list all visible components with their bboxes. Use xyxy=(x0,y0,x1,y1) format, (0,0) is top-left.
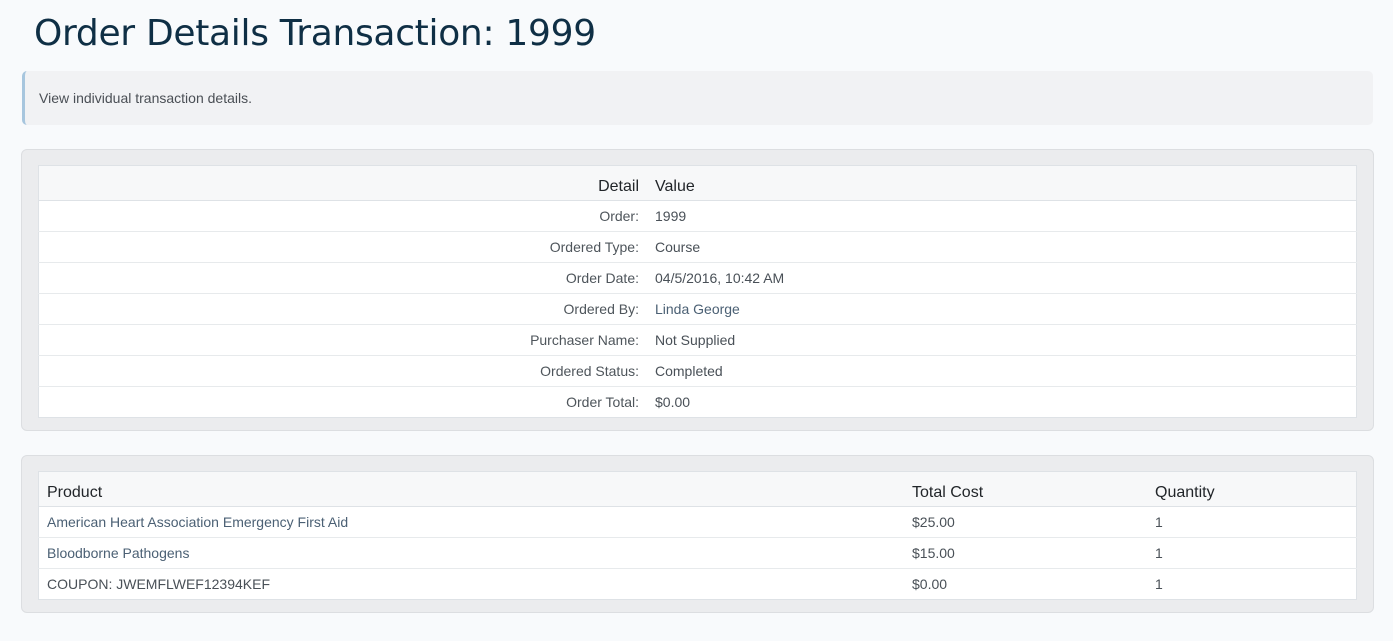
column-header-total-cost: Total Cost xyxy=(904,471,1147,507)
product-total-cost: $0.00 xyxy=(904,568,1147,600)
detail-label-order-date: Order Date: xyxy=(38,262,647,294)
table-header-row: Detail Value xyxy=(38,165,1357,201)
table-row: Ordered By: Linda George xyxy=(38,293,1357,325)
product-quantity: 1 xyxy=(1147,537,1357,569)
order-details-panel: Detail Value Order: 1999 Ordered Type: C… xyxy=(21,149,1374,431)
detail-value-ordered-type: Course xyxy=(647,231,1357,263)
product-quantity: 1 xyxy=(1147,568,1357,600)
table-row: Order Total: $0.00 xyxy=(38,386,1357,418)
detail-value-order-total: $0.00 xyxy=(647,386,1357,418)
product-link[interactable]: Bloodborne Pathogens xyxy=(38,537,904,569)
page-title: Order Details Transaction: 1999 xyxy=(34,13,596,54)
table-row: Ordered Type: Course xyxy=(38,231,1357,263)
products-panel: Product Total Cost Quantity American Hea… xyxy=(21,455,1374,613)
product-total-cost: $15.00 xyxy=(904,537,1147,569)
detail-value-order: 1999 xyxy=(655,208,687,224)
column-header-detail: Detail xyxy=(38,165,647,201)
table-row: Order Date: 04/5/2016, 10:42 AM xyxy=(38,262,1357,294)
detail-value-ordered-status: Completed xyxy=(647,355,1357,387)
table-row: Order: 1999 xyxy=(39,201,1357,232)
page-description: View individual transaction details. xyxy=(39,90,252,106)
detail-label-ordered-by: Ordered By: xyxy=(38,293,647,325)
products-table: Product Total Cost Quantity American Hea… xyxy=(38,471,1357,600)
detail-label-purchaser-name: Purchaser Name: xyxy=(38,324,647,356)
column-header-product: Product xyxy=(38,471,904,507)
table-row: American Heart Association Emergency Fir… xyxy=(39,507,1357,538)
product-quantity: 1 xyxy=(1155,514,1163,530)
table-row: COUPON: JWEMFLWEF12394KEF $0.00 1 xyxy=(38,568,1357,600)
table-row: Purchaser Name: Not Supplied xyxy=(38,324,1357,356)
detail-label-ordered-status: Ordered Status: xyxy=(38,355,647,387)
table-row: Ordered Status: Completed xyxy=(38,355,1357,387)
detail-value-order-date: 04/5/2016, 10:42 AM xyxy=(647,262,1357,294)
order-details-table: Detail Value Order: 1999 Ordered Type: C… xyxy=(38,165,1357,418)
product-coupon: COUPON: JWEMFLWEF12394KEF xyxy=(38,568,904,600)
column-header-value: Value xyxy=(647,165,1357,201)
ordered-by-link[interactable]: Linda George xyxy=(647,293,1357,325)
table-row: Bloodborne Pathogens $15.00 1 xyxy=(38,537,1357,569)
detail-label-order-total: Order Total: xyxy=(38,386,647,418)
column-header-quantity: Quantity xyxy=(1147,471,1357,507)
detail-label-ordered-type: Ordered Type: xyxy=(38,231,647,263)
product-link[interactable]: American Heart Association Emergency Fir… xyxy=(39,507,905,538)
detail-label-order: Order: xyxy=(599,208,639,224)
info-callout: View individual transaction details. xyxy=(22,71,1373,125)
product-total-cost: $25.00 xyxy=(912,514,955,530)
detail-value-purchaser-name: Not Supplied xyxy=(647,324,1357,356)
table-header-row: Product Total Cost Quantity xyxy=(38,471,1357,507)
